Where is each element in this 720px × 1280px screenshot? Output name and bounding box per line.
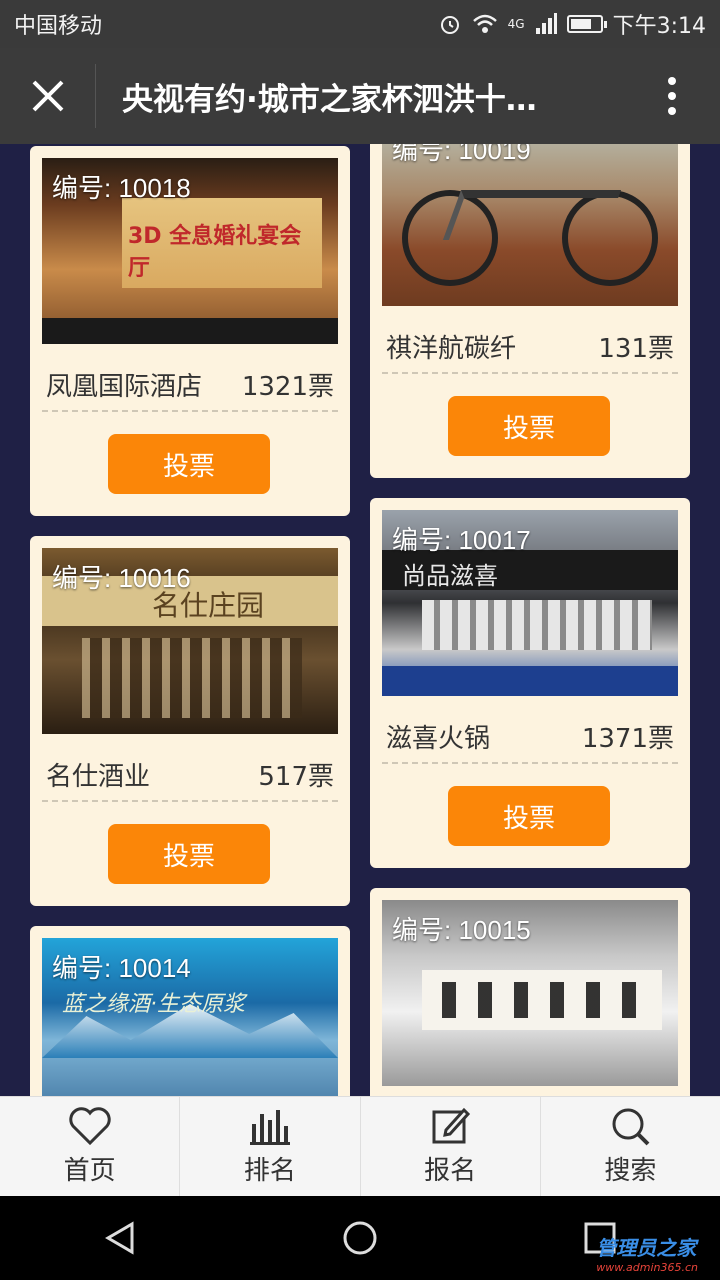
vote-count: 1371票 [581,723,674,754]
entry-name: 凤凰国际酒店 [46,371,203,402]
vote-button[interactable]: 投票 [448,786,610,846]
watermark-title: 管理员之家 [596,1236,697,1260]
entry-photo[interactable]: 尚品滋喜 编号: 10017 [382,510,678,696]
entry-number: 编号: 10018 [52,173,191,203]
entry-number: 编号: 10016 [52,563,191,593]
close-icon [32,80,63,112]
entry-photo[interactable]: 编号: 10015 [382,900,678,1086]
entry-number: 编号: 10014 [52,953,191,983]
close-button[interactable] [0,64,96,128]
nav-label: 首页 [63,1156,116,1186]
vote-count: 131票 [598,333,674,364]
entry-card: 编号: 10015 [370,888,690,1096]
entry-number: 编号: 10017 [392,525,531,555]
entry-card: 蓝之缘酒·生态原浆 编号: 10014 [30,926,350,1096]
home-icon[interactable] [342,1220,378,1256]
photo-caption: 3D 全息婚礼宴会厅 [128,224,302,281]
entry-info: 名仕酒业 517票 [46,752,334,796]
vote-count: 517票 [258,761,334,792]
entry-name: 名仕酒业 [46,761,151,792]
nav-home[interactable]: 首页 [0,1097,181,1196]
entry-card: 编号: 10019 祺洋航碳纤 131票 投票 [370,144,690,478]
status-bar: 中国移动 4G 下午3:14 [0,0,720,48]
watermark: 管理员之家 www.admin365.cn [596,1232,698,1274]
network-type: 4G [507,17,525,31]
divider [42,800,338,802]
battery-icon [566,15,607,33]
bottom-nav: 首页 排名 报名 搜索 [0,1096,720,1196]
edit-icon [432,1107,471,1144]
entry-info: 祺洋航碳纤 131票 [386,324,674,368]
page-title: 央视有约·城市之家杯泗洪十… [122,81,537,118]
nav-register[interactable]: 报名 [361,1097,541,1196]
status-icons: 4G 下午3:14 [438,8,706,40]
entry-photo[interactable]: 编号: 10019 [382,144,678,306]
entries-list[interactable]: 3D 全息婚礼宴会厅 编号: 10018 凤凰国际酒店 1321票 投票 编号:… [0,144,720,1096]
nav-label: 排名 [243,1156,296,1186]
divider [42,410,338,412]
clock: 下午3:14 [612,14,706,39]
nav-search[interactable]: 搜索 [541,1097,720,1196]
system-nav-bar: 管理员之家 www.admin365.cn [0,1196,720,1280]
more-menu-button[interactable] [624,48,720,144]
nav-label: 报名 [424,1156,477,1186]
alarm-icon [440,16,459,34]
entry-card: 3D 全息婚礼宴会厅 编号: 10018 凤凰国际酒店 1321票 投票 [30,146,350,516]
more-vertical-icon [668,77,676,115]
vote-button[interactable]: 投票 [108,824,270,884]
entry-info: 滋喜火锅 1371票 [386,714,674,758]
back-icon[interactable] [102,1220,138,1256]
entry-photo[interactable]: 名仕庄园 编号: 10016 [42,548,338,734]
divider [382,762,678,764]
entry-photo[interactable]: 3D 全息婚礼宴会厅 编号: 10018 [42,158,338,344]
vote-button[interactable]: 投票 [108,434,270,494]
wifi-icon [472,14,497,33]
entry-photo[interactable]: 蓝之缘酒·生态原浆 编号: 10014 [42,938,338,1096]
photo-caption: 尚品滋喜 [402,562,498,590]
app-header: 央视有约·城市之家杯泗洪十… [0,48,720,144]
nav-ranking[interactable]: 排名 [180,1097,361,1196]
divider [382,372,678,374]
entry-card: 尚品滋喜 编号: 10017 滋喜火锅 1371票 投票 [370,498,690,868]
vote-count: 1321票 [241,371,334,402]
entry-name: 滋喜火锅 [386,723,491,754]
photo-caption: 蓝之缘酒·生态原浆 [62,992,245,1017]
entry-number: 编号: 10015 [392,915,531,945]
entry-number: 编号: 10019 [392,144,531,165]
carrier-name: 中国移动 [14,14,103,39]
watermark-url: www.admin365.cn [596,1261,698,1274]
heart-icon [68,1107,111,1146]
entry-name: 祺洋航碳纤 [386,333,517,364]
vote-button[interactable]: 投票 [448,396,610,456]
signal-icon [535,13,557,34]
entry-info: 凤凰国际酒店 1321票 [46,362,334,406]
nav-label: 搜索 [604,1156,657,1186]
search-icon [612,1108,650,1146]
bar-chart-icon [249,1110,290,1145]
entry-card: 名仕庄园 编号: 10016 名仕酒业 517票 投票 [30,536,350,906]
